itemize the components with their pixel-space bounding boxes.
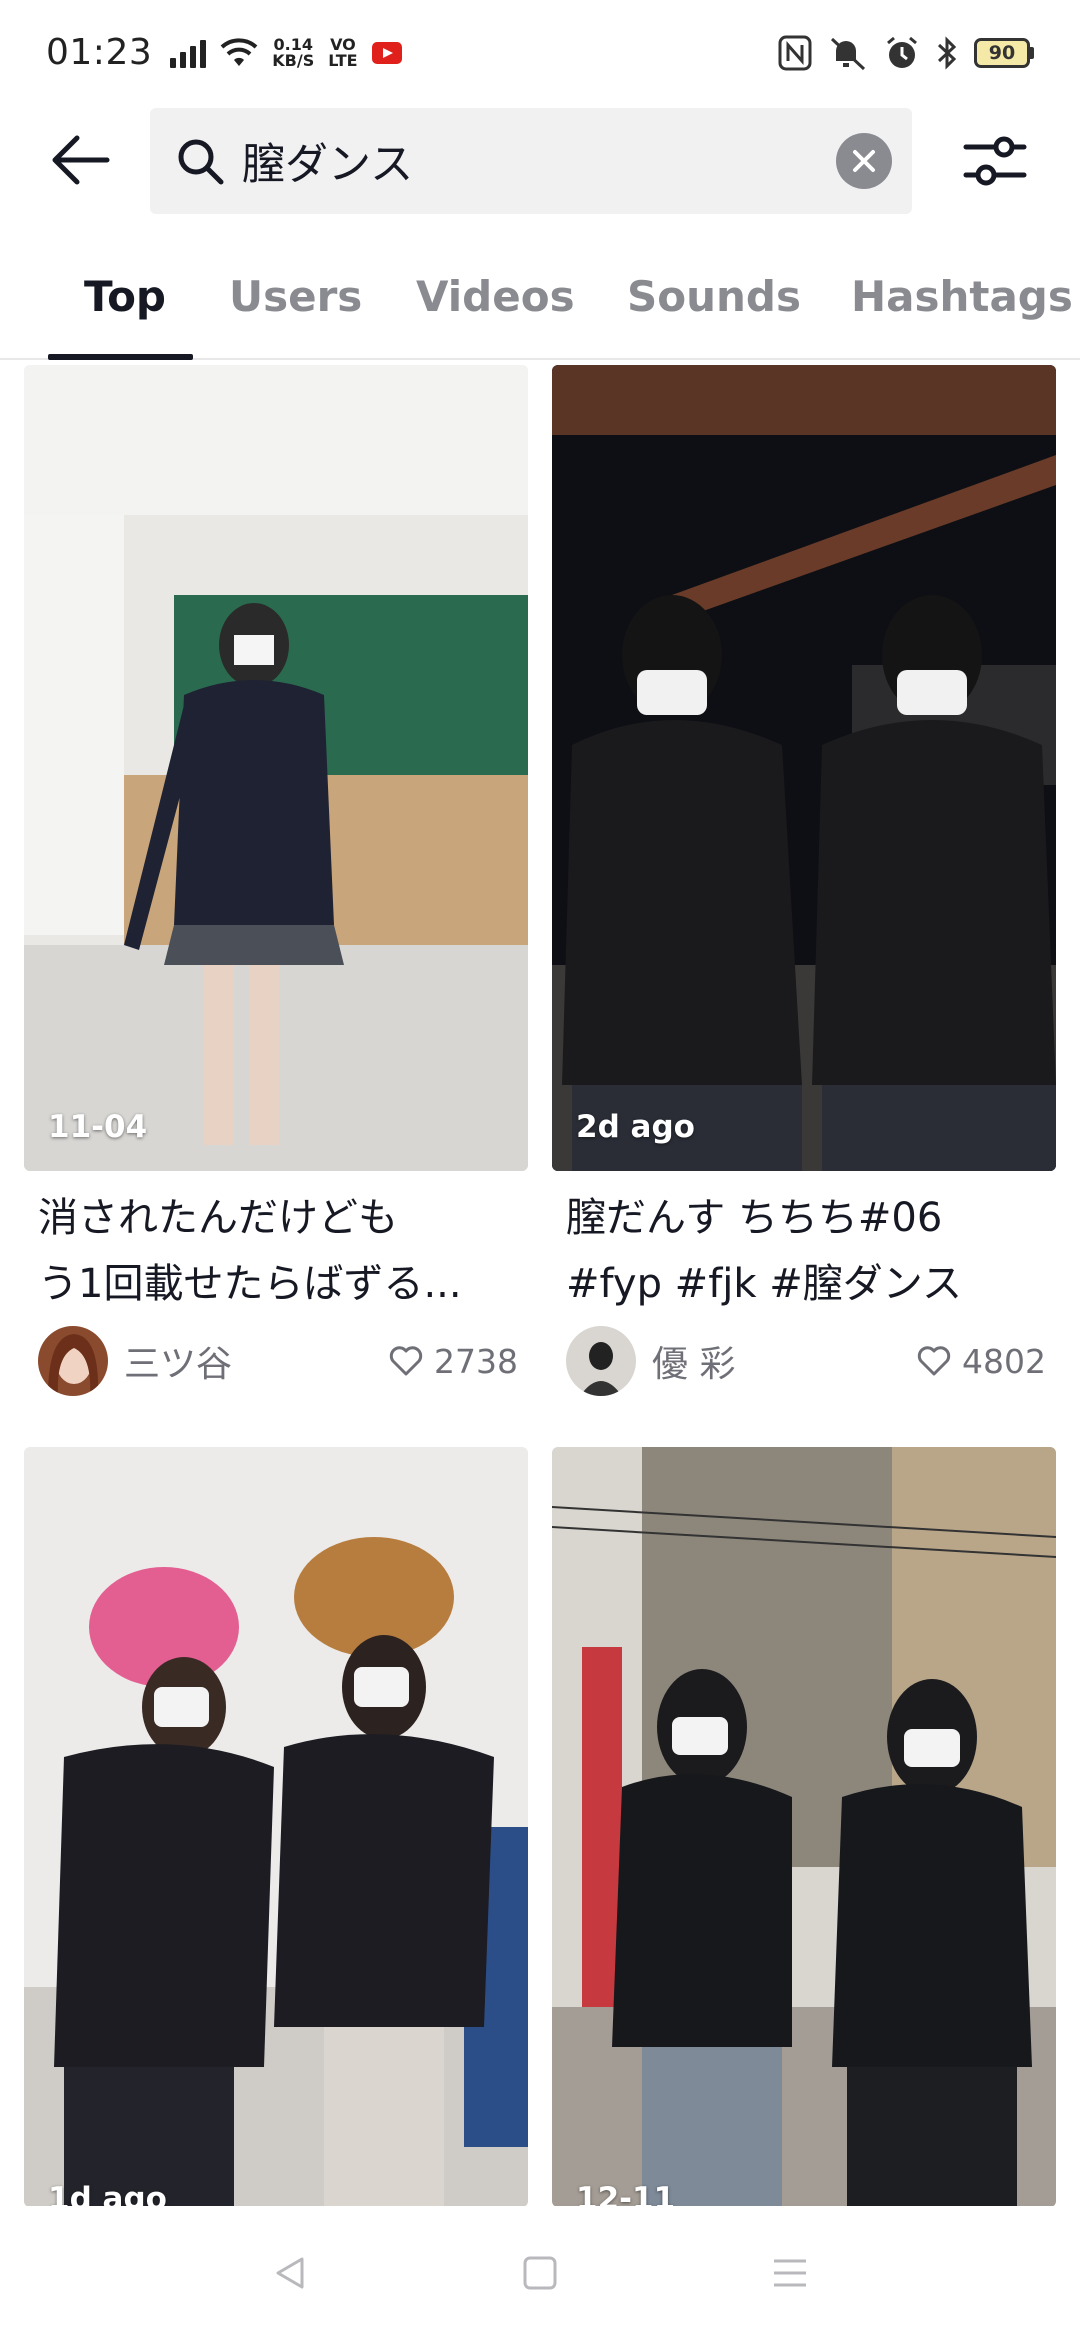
arrow-left-icon — [52, 135, 110, 185]
thumbnail-image — [24, 365, 528, 1171]
video-caption[interactable]: 膣だんす ちちち#06 #fyp #fjk #膣ダンス — [566, 1185, 1046, 1317]
status-right: 90 — [778, 35, 1034, 71]
video-meta: 優 彩 4802 — [566, 1323, 1046, 1399]
video-thumbnail[interactable]: 12-11 — [552, 1447, 1056, 2207]
search-query[interactable]: 膣ダンス — [242, 130, 836, 192]
heart-icon — [389, 1346, 423, 1376]
caption-line: 消されたんだけども — [38, 1195, 398, 1241]
bluetooth-icon — [937, 35, 957, 70]
nfc-icon — [778, 35, 812, 70]
avatar[interactable] — [38, 1326, 108, 1396]
like-count-value: 4802 — [962, 1341, 1046, 1381]
author-name[interactable]: 三ツ谷 — [124, 1335, 388, 1387]
heart-icon — [917, 1346, 951, 1376]
thumbnail-image — [552, 365, 1056, 1171]
caption-line: 膣だんす ちちち#06 — [566, 1195, 943, 1241]
caption-line: #fyp #fjk #膣ダンス — [566, 1261, 962, 1307]
search-icon — [172, 133, 228, 189]
video-caption[interactable]: 消されたんだけども う1回載せたらばずる... — [38, 1185, 518, 1317]
status-bar: 01:23 0.14 KB/S VO LTE 90 — [0, 0, 1080, 105]
tab-hashtags[interactable]: Hashtags — [851, 272, 1073, 321]
alarm-icon — [887, 36, 917, 68]
post-date: 1d ago — [48, 2181, 167, 2207]
post-date: 11-04 — [48, 1109, 148, 1145]
avatar[interactable] — [566, 1326, 636, 1396]
status-time: 01:23 — [46, 32, 153, 73]
post-date: 2d ago — [576, 1109, 695, 1145]
battery-icon: 90 — [974, 37, 1034, 68]
nav-menu-button[interactable] — [770, 2253, 810, 2293]
signal-icon — [170, 38, 207, 68]
network-speed-unit: KB/S — [272, 50, 315, 70]
nav-back-button[interactable] — [270, 2253, 310, 2293]
like-count: 2738 — [388, 1342, 518, 1381]
network-speed: 0.14 KB/S — [272, 36, 315, 70]
wifi-icon — [220, 37, 258, 66]
sliders-icon — [963, 136, 1027, 186]
caption-line: う1回載せたらばずる... — [38, 1261, 462, 1307]
post-date: 12-11 — [576, 2181, 676, 2207]
like-count-value: 2738 — [434, 1341, 518, 1381]
battery-level: 90 — [974, 37, 1030, 68]
close-icon — [853, 150, 875, 172]
clear-search-button[interactable] — [836, 133, 892, 189]
video-meta: 三ツ谷 2738 — [38, 1323, 518, 1399]
video-thumbnail[interactable]: 1d ago — [24, 1447, 528, 2207]
filter-button[interactable] — [958, 133, 1032, 189]
search-input[interactable]: 膣ダンス — [150, 108, 912, 214]
square-home-icon — [523, 2256, 557, 2290]
tab-videos[interactable]: Videos — [416, 272, 575, 321]
video-thumbnail[interactable]: 2d ago — [552, 365, 1056, 1171]
menu-lines-icon — [774, 2259, 806, 2287]
video-thumbnail[interactable]: 11-04 — [24, 365, 528, 1171]
youtube-notification-icon — [371, 41, 402, 64]
back-button[interactable] — [48, 127, 114, 193]
vibrate-mute-icon — [830, 37, 866, 70]
tab-sounds[interactable]: Sounds — [627, 272, 801, 321]
nav-home-button[interactable] — [520, 2253, 560, 2293]
thumbnail-image — [552, 1447, 1056, 2207]
thumbnail-image — [24, 1447, 528, 2207]
triangle-back-icon — [276, 2257, 304, 2289]
tab-top[interactable]: Top — [84, 272, 166, 321]
status-left: 01:23 0.14 KB/S VO LTE — [46, 32, 402, 73]
author-name[interactable]: 優 彩 — [652, 1335, 916, 1387]
result-tabs: Top Users Videos Sounds Hashtags — [0, 250, 1080, 360]
active-tab-indicator — [48, 354, 193, 360]
system-navigation-bar — [0, 2206, 1080, 2340]
tab-users[interactable]: Users — [229, 272, 362, 321]
volte-bottom: LTE — [328, 50, 358, 70]
search-header: 膣ダンス — [0, 105, 1080, 217]
like-count: 4802 — [916, 1342, 1046, 1381]
volte-indicator: VO LTE — [328, 36, 358, 70]
